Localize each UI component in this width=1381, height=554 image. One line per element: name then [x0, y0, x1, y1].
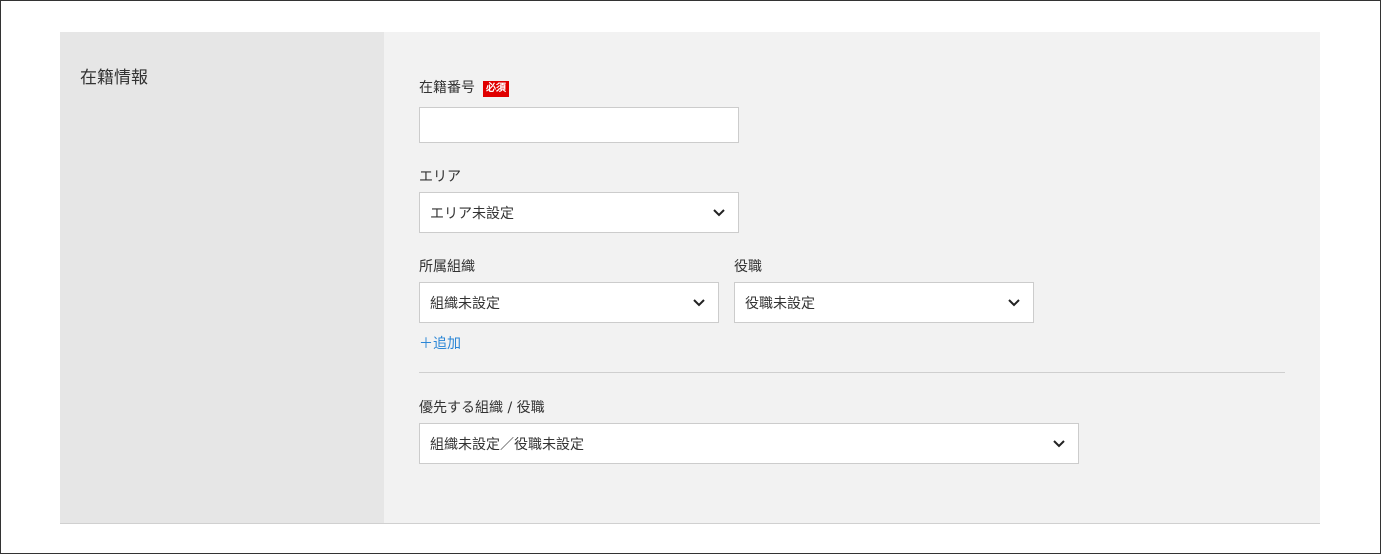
- chevron-down-icon: [1053, 439, 1065, 447]
- employee-number-input[interactable]: [419, 107, 739, 143]
- organization-select[interactable]: 組織未設定: [419, 282, 719, 323]
- priority-label: 優先する組織 / 役職: [419, 400, 545, 416]
- section-sidebar: 在籍情報: [60, 32, 384, 523]
- position-label: 役職: [734, 259, 762, 275]
- add-organization-link[interactable]: ＋追加: [419, 333, 461, 353]
- employee-number-label-text: 在籍番号: [419, 80, 475, 96]
- organization-select-value: 組織未設定: [430, 295, 500, 312]
- chevron-down-icon: [1008, 298, 1020, 306]
- area-select[interactable]: エリア未設定: [419, 192, 739, 233]
- required-badge: 必須: [483, 81, 509, 97]
- employee-number-label: 在籍番号 必須: [419, 77, 509, 97]
- divider: [419, 372, 1285, 373]
- chevron-down-icon: [713, 208, 725, 216]
- organization-label: 所属組織: [419, 259, 475, 275]
- priority-select[interactable]: 組織未設定／役職未設定: [419, 423, 1079, 464]
- position-select-value: 役職未設定: [745, 295, 815, 312]
- chevron-down-icon: [693, 298, 705, 306]
- employment-info-section: 在籍情報 在籍番号 必須 エリア エリア未設定 所属組織 組織未設定 役職 役職未…: [60, 32, 1320, 524]
- area-label: エリア: [419, 169, 461, 185]
- section-title: 在籍情報: [80, 68, 148, 88]
- priority-select-value: 組織未設定／役職未設定: [430, 436, 584, 453]
- position-select[interactable]: 役職未設定: [734, 282, 1034, 323]
- area-select-value: エリア未設定: [430, 205, 514, 222]
